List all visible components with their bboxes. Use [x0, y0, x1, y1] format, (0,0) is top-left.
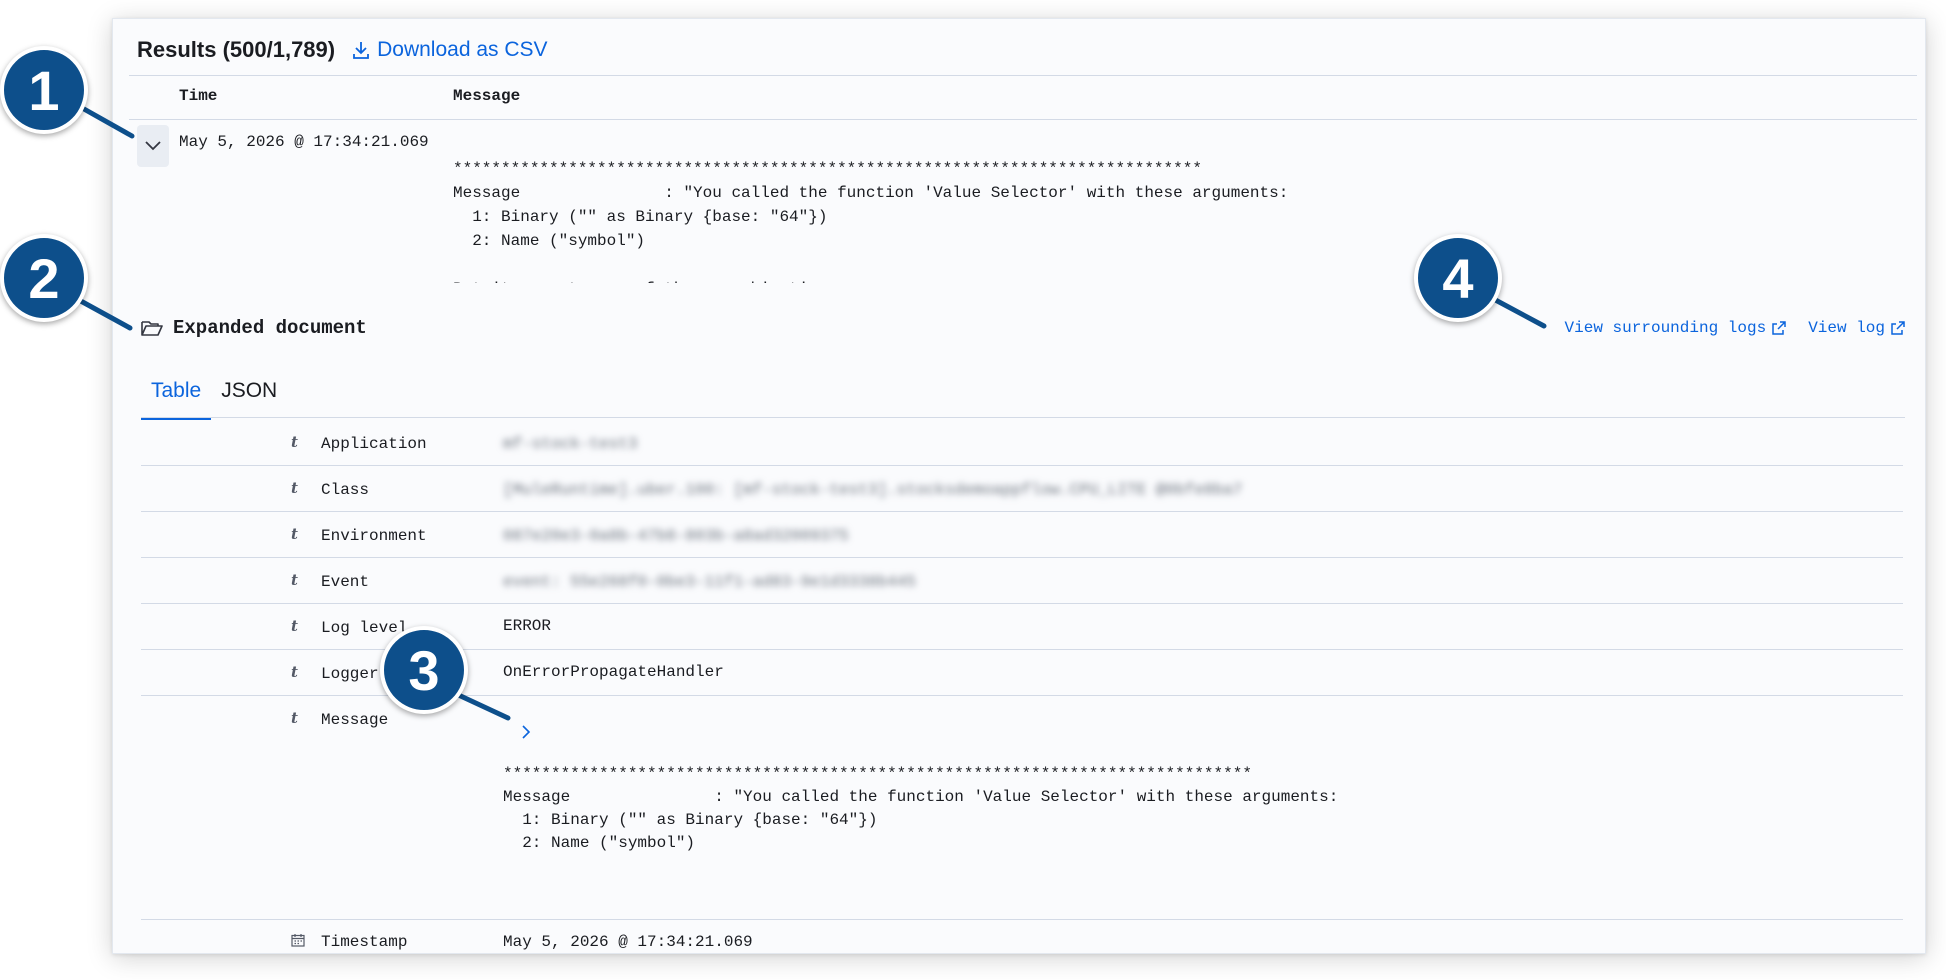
field-name: Log level — [321, 619, 408, 637]
field-row-environment: t Environment 087e20e3-0a8b-47b8-803b-a8… — [141, 511, 1903, 558]
expanded-document-title: Expanded document — [173, 317, 367, 339]
field-row-timestamp: Timestamp May 5, 2026 @ 17:34:21.069 — [141, 919, 1903, 953]
field-row-event: t Event event: 55e268f0-0be3-11f1-ad83-9… — [141, 557, 1903, 604]
callout-2: 2 — [0, 234, 88, 322]
tab-table[interactable]: Table — [141, 369, 212, 420]
field-type-text-icon: t — [291, 709, 298, 727]
field-value-redacted: event: 55e268f0-0be3-11f1-ad83-9e1d3338b… — [503, 573, 916, 591]
column-header-time[interactable]: Time — [179, 87, 217, 105]
document-tabs: Table JSON — [141, 369, 287, 420]
view-surrounding-logs-link[interactable]: View surrounding logs — [1565, 319, 1787, 337]
download-csv-button[interactable]: Download as CSV — [353, 38, 548, 62]
field-type-text-icon: t — [291, 479, 298, 497]
discover-results-panel: Results (500/1,789) Download as CSV Time… — [112, 18, 1926, 954]
field-type-text-icon: t — [291, 663, 298, 681]
download-csv-label: Download as CSV — [377, 38, 548, 61]
field-name: Logger — [321, 665, 379, 683]
row-expand-button[interactable] — [137, 125, 169, 167]
field-type-text-icon: t — [291, 525, 298, 543]
field-value: OnErrorPropagateHandler — [503, 663, 724, 681]
field-name: Message — [321, 711, 389, 729]
chevron-down-icon — [145, 141, 161, 151]
field-expand-button[interactable] — [521, 725, 531, 744]
expanded-document-header: Expanded document — [141, 317, 367, 339]
divider — [129, 119, 1917, 120]
field-name: Event — [321, 573, 370, 591]
field-type-text-icon: t — [291, 571, 298, 589]
field-row-message: t Message ******************************… — [141, 695, 1903, 920]
callout-3: 3 — [380, 626, 468, 714]
field-row-application: t Application mf-stock-test3 — [141, 419, 1903, 466]
view-log-link[interactable]: View log — [1808, 319, 1905, 337]
download-icon — [353, 42, 370, 59]
field-name: Class — [321, 481, 370, 499]
row-message: ****************************************… — [453, 160, 1289, 283]
folder-open-icon — [141, 321, 163, 336]
divider — [129, 75, 1917, 76]
field-row-class: t Class [MuleRuntime].uber.100: [mf-stoc… — [141, 465, 1903, 512]
results-bar: Results (500/1,789) Download as CSV — [137, 33, 548, 67]
field-value: ERROR — [503, 617, 552, 635]
chevron-right-icon — [522, 725, 531, 739]
callout-1: 1 — [0, 46, 88, 134]
field-name: Application — [321, 435, 427, 453]
row-time: May 5, 2026 @ 17:34:21.069 — [179, 133, 429, 151]
field-value-redacted: [MuleRuntime].uber.100: [mf-stock-test3]… — [503, 481, 1243, 499]
tab-json[interactable]: JSON — [211, 369, 287, 417]
field-value-redacted: mf-stock-test3 — [503, 435, 638, 453]
results-title: Results (500/1,789) — [137, 37, 336, 62]
document-actions: View surrounding logs View log — [1565, 319, 1905, 337]
field-value-message: ****************************************… — [503, 765, 1339, 852]
field-name: Environment — [321, 527, 427, 545]
callout-4: 4 — [1414, 234, 1502, 322]
field-type-text-icon: t — [291, 617, 298, 635]
external-link-icon — [1772, 321, 1786, 335]
field-type-text-icon: t — [291, 433, 298, 451]
view-log-label: View log — [1808, 319, 1885, 337]
view-surrounding-logs-label: View surrounding logs — [1564, 319, 1767, 337]
calendar-icon — [291, 933, 305, 952]
external-link-icon — [1891, 321, 1905, 335]
field-value-redacted: 087e20e3-0a8b-47b8-803b-a8ad32009375 — [503, 527, 849, 545]
column-header-message[interactable]: Message — [453, 87, 520, 105]
tabs-divider — [141, 417, 1905, 418]
field-name: Timestamp — [321, 933, 408, 951]
field-value: May 5, 2026 @ 17:34:21.069 — [503, 933, 753, 951]
